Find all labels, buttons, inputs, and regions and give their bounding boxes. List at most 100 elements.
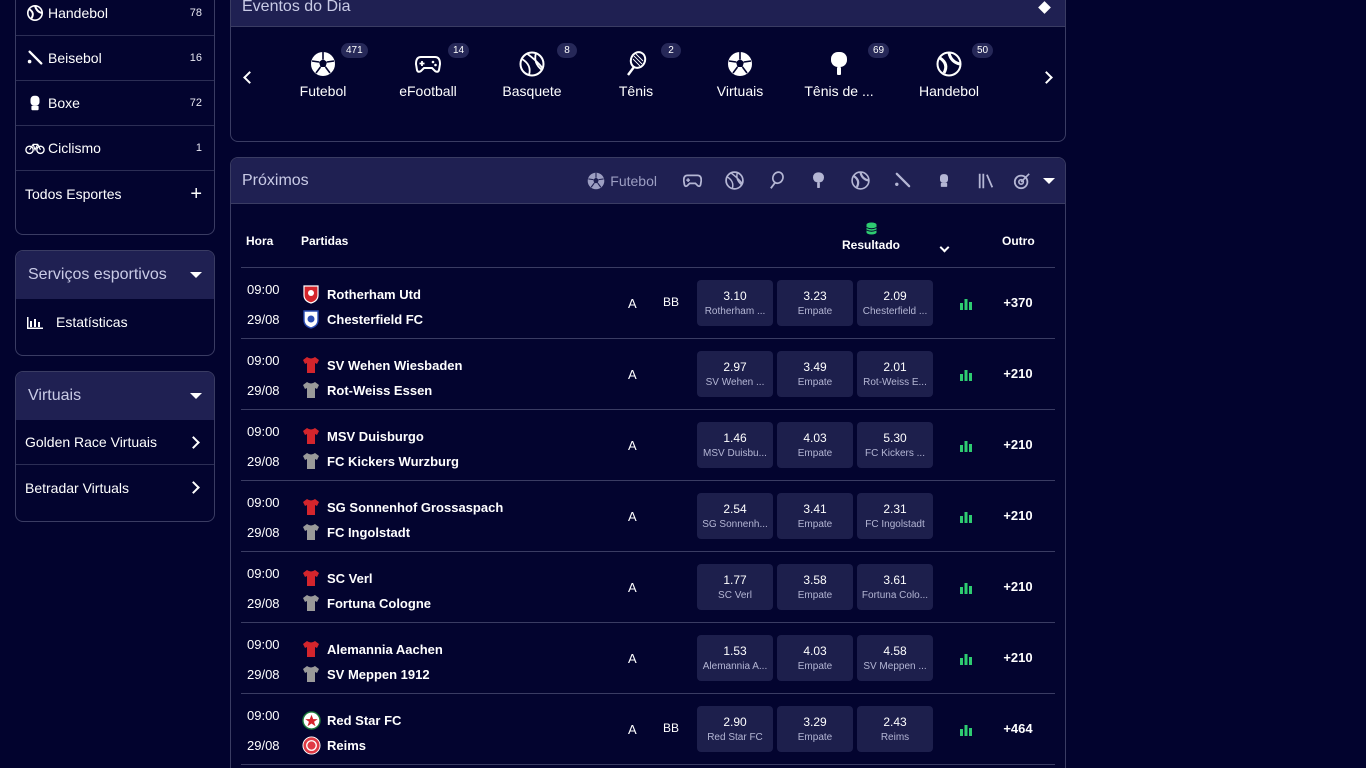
odd-away-button[interactable]: 2.01 Rot-Weiss E... bbox=[857, 351, 933, 397]
event-sport-efootball[interactable]: 14 eFootball bbox=[376, 43, 480, 99]
more-markets-link[interactable]: +210 bbox=[993, 579, 1043, 594]
filter-basquete[interactable] bbox=[713, 158, 755, 204]
match-row[interactable]: 09:00 29/08 Rotherham Utd Chesterfield F… bbox=[241, 268, 1055, 339]
away-shirt-icon bbox=[301, 664, 321, 684]
away-team: FC Ingolstadt bbox=[301, 522, 410, 542]
stats-chart-icon[interactable] bbox=[960, 510, 972, 528]
stats-chart-icon[interactable] bbox=[960, 439, 972, 457]
stats-chart-icon[interactable] bbox=[960, 581, 972, 599]
match-row[interactable]: 09:00 29/08 SV Wehen Wiesbaden Rot-Weiss… bbox=[241, 339, 1055, 410]
event-sport-tenis-de-mesa[interactable]: 69 Tênis de ... bbox=[787, 43, 891, 99]
filter-efootball[interactable] bbox=[671, 158, 713, 204]
all-sports-button[interactable]: Todos Esportes + bbox=[16, 171, 214, 216]
all-sports-label: Todos Esportes bbox=[25, 185, 122, 202]
odd-label: Empate bbox=[797, 732, 833, 743]
upcoming-title: Próximos bbox=[242, 171, 309, 189]
sports-services-toggle[interactable]: Serviços esportivos bbox=[16, 251, 214, 299]
odd-draw-button[interactable]: 3.23 Empate bbox=[777, 280, 853, 326]
odd-away-button[interactable]: 4.58 SV Meppen ... bbox=[857, 635, 933, 681]
match-time: 09:00 bbox=[247, 495, 280, 510]
events-header[interactable]: Eventos do Dia bbox=[231, 0, 1065, 27]
event-sport-virtuais[interactable]: Virtuais bbox=[688, 49, 792, 99]
filter-boxe[interactable] bbox=[923, 158, 965, 204]
sidebar-item-golden-race[interactable]: Golden Race Virtuais bbox=[16, 420, 214, 465]
odd-away-button[interactable]: 2.43 Reims bbox=[857, 706, 933, 752]
odd-home-button[interactable]: 2.90 Red Star FC bbox=[697, 706, 773, 752]
filter-futebol[interactable]: Futebol bbox=[587, 158, 671, 204]
match-row[interactable]: 09:00 29/08 MSV Duisburgo FC Kickers Wur… bbox=[241, 410, 1055, 481]
match-date: 29/08 bbox=[247, 596, 280, 611]
filter-dropdown-caret[interactable] bbox=[1043, 177, 1055, 184]
sidebar-item-handebol[interactable]: Handebol 78 bbox=[16, 0, 214, 36]
more-markets-link[interactable]: +210 bbox=[993, 508, 1043, 523]
odd-draw-button[interactable]: 3.29 Empate bbox=[777, 706, 853, 752]
stats-chart-icon[interactable] bbox=[960, 723, 972, 741]
more-markets-link[interactable]: +210 bbox=[993, 437, 1043, 452]
odd-value: 5.30 bbox=[883, 431, 907, 445]
events-title: Eventos do Dia bbox=[242, 0, 351, 15]
odd-home-button[interactable]: 1.46 MSV Duisbu... bbox=[697, 422, 773, 468]
filter-darts[interactable] bbox=[1007, 158, 1037, 204]
sidebar-item-statistics[interactable]: Estatísticas bbox=[16, 299, 214, 344]
odd-draw-button[interactable]: 3.58 Empate bbox=[777, 564, 853, 610]
match-date: 29/08 bbox=[247, 667, 280, 682]
odd-home-button[interactable]: 1.53 Alemannia A... bbox=[697, 635, 773, 681]
odd-away-button[interactable]: 2.09 Chesterfield ... bbox=[857, 280, 933, 326]
event-sport-basquete[interactable]: 8 Basquete bbox=[480, 43, 584, 99]
sidebar-item-betradar[interactable]: Betradar Virtuals bbox=[16, 465, 214, 510]
carousel-prev-arrow[interactable] bbox=[243, 71, 256, 84]
odd-draw-button[interactable]: 4.03 Empate bbox=[777, 635, 853, 681]
odd-draw-button[interactable]: 4.03 Empate bbox=[777, 422, 853, 468]
match-row[interactable]: 09:00 29/08 Alemannia Aachen SV Meppen 1… bbox=[241, 623, 1055, 694]
away-team: Rot-Weiss Essen bbox=[301, 380, 432, 400]
home-shirt-icon bbox=[301, 639, 321, 659]
match-row[interactable]: 09:00 29/08 SG Sonnenhof Grossaspach FC … bbox=[241, 481, 1055, 552]
gamepad-icon bbox=[682, 174, 702, 188]
filter-tenis-de-mesa[interactable] bbox=[797, 158, 839, 204]
odd-away-button[interactable]: 3.61 Fortuna Colo... bbox=[857, 564, 933, 610]
event-sport-handebol[interactable]: 50 Handebol bbox=[897, 43, 1001, 99]
away-team: Chesterfield FC bbox=[301, 309, 423, 329]
virtuals-toggle[interactable]: Virtuais bbox=[16, 372, 214, 420]
match-row[interactable]: 09:00 29/08 SC Verl Fortuna Cologne A 1.… bbox=[241, 552, 1055, 623]
sidebar-item-label: Boxe bbox=[48, 95, 80, 111]
away-team: Fortuna Cologne bbox=[301, 593, 431, 613]
caret-down-icon bbox=[190, 272, 202, 278]
odd-label: Chesterfield ... bbox=[862, 306, 928, 317]
more-markets-link[interactable]: +370 bbox=[993, 295, 1043, 310]
virtuals-title: Virtuais bbox=[28, 387, 82, 404]
odd-home-button[interactable]: 2.54 SG Sonnenh... bbox=[697, 493, 773, 539]
filter-library[interactable] bbox=[965, 158, 1007, 204]
match-time: 09:00 bbox=[247, 353, 280, 368]
odd-draw-button[interactable]: 3.49 Empate bbox=[777, 351, 853, 397]
odd-home-button[interactable]: 2.97 SV Wehen ... bbox=[697, 351, 773, 397]
event-sport-tenis[interactable]: 2 Tênis bbox=[584, 43, 688, 99]
stats-chart-icon[interactable] bbox=[960, 297, 972, 315]
away-team: Reims bbox=[301, 735, 366, 755]
odd-home-button[interactable]: 1.77 SC Verl bbox=[697, 564, 773, 610]
more-markets-link[interactable]: +210 bbox=[993, 366, 1043, 381]
more-markets-link[interactable]: +464 bbox=[993, 721, 1043, 736]
odd-home-button[interactable]: 3.10 Rotherham ... bbox=[697, 280, 773, 326]
odd-value: 2.97 bbox=[723, 360, 747, 374]
odd-value: 2.43 bbox=[883, 715, 907, 729]
stats-chart-icon[interactable] bbox=[960, 368, 972, 386]
odd-draw-button[interactable]: 3.41 Empate bbox=[777, 493, 853, 539]
carousel-next-arrow[interactable] bbox=[1040, 71, 1053, 84]
sidebar-item-boxe[interactable]: Boxe 72 bbox=[16, 81, 214, 126]
odd-away-button[interactable]: 2.31 FC Ingolstadt bbox=[857, 493, 933, 539]
filter-tenis[interactable] bbox=[755, 158, 797, 204]
event-sport-futebol[interactable]: 471 Futebol bbox=[271, 43, 375, 99]
odd-away-button[interactable]: 5.30 FC Kickers ... bbox=[857, 422, 933, 468]
filter-handebol[interactable] bbox=[839, 158, 881, 204]
event-count-badge: 69 bbox=[868, 43, 890, 58]
odd-value: 1.46 bbox=[723, 431, 747, 445]
result-market-selector[interactable]: Resultado bbox=[786, 222, 956, 252]
boxing-glove-icon bbox=[25, 93, 45, 113]
filter-beisebol[interactable] bbox=[881, 158, 923, 204]
stats-chart-icon[interactable] bbox=[960, 652, 972, 670]
match-row[interactable]: 09:00 29/08 Red Star FC Reims A BB 2.90 R… bbox=[241, 694, 1055, 765]
more-markets-link[interactable]: +210 bbox=[993, 650, 1043, 665]
sidebar-item-beisebol[interactable]: Beisebol 16 bbox=[16, 36, 214, 81]
sidebar-item-ciclismo[interactable]: Ciclismo 1 bbox=[16, 126, 214, 171]
